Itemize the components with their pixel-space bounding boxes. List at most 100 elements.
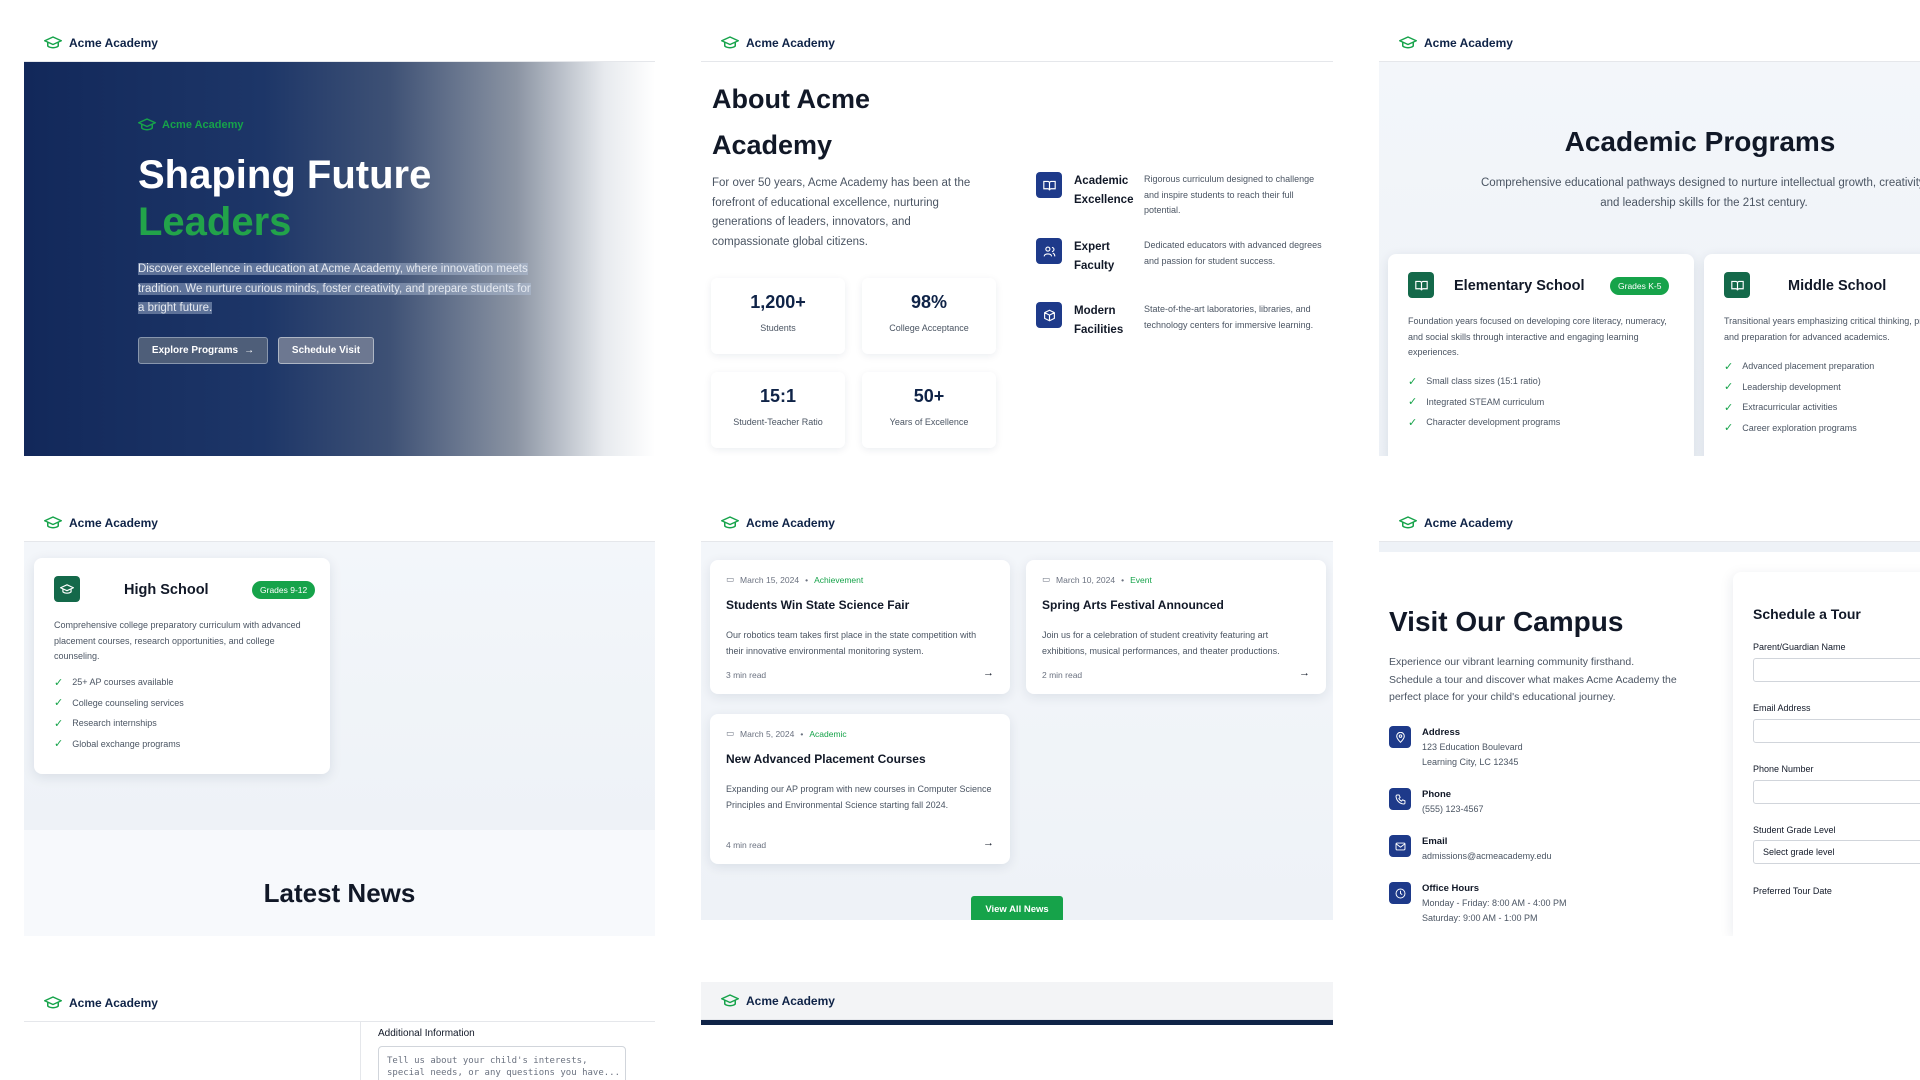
brand-name: Acme Academy bbox=[1424, 515, 1513, 530]
news-card[interactable]: ▭ March 15, 2024 • Achievement Students … bbox=[710, 560, 1010, 694]
arrow-right-icon[interactable]: → bbox=[1299, 667, 1310, 679]
program-features: ✓ Advanced placement preparation ✓ Leaders… bbox=[1724, 356, 1874, 438]
dot-separator: • bbox=[805, 574, 809, 585]
brand-logo[interactable]: Acme Academy bbox=[1399, 36, 1513, 50]
hours-line1: Monday - Friday: 8:00 AM - 4:00 PM bbox=[1422, 898, 1567, 908]
feature-text: Small class sizes (15:1 ratio) bbox=[1426, 376, 1541, 387]
brand-logo[interactable]: Acme Academy bbox=[721, 516, 835, 530]
brand-logo[interactable]: Acme Academy bbox=[44, 36, 158, 50]
news-category: Event bbox=[1130, 574, 1152, 585]
programs-title: Academic Programs bbox=[1564, 126, 1836, 157]
phone-input[interactable] bbox=[1753, 780, 1920, 804]
brand-logo[interactable]: Acme Academy bbox=[721, 36, 835, 50]
schedule-visit-button[interactable]: Schedule Visit bbox=[278, 337, 374, 364]
brand-name: Acme Academy bbox=[69, 515, 158, 530]
grade-level-select[interactable]: Select grade level bbox=[1753, 840, 1920, 864]
check-icon: ✓ bbox=[1408, 416, 1418, 429]
feature-title: Academic Excellence bbox=[1074, 175, 1134, 206]
news-card[interactable]: ▭ March 10, 2024 • Event Spring Arts Fes… bbox=[1026, 560, 1326, 694]
brand-logo[interactable]: Acme Academy bbox=[44, 996, 158, 1010]
brand-name: Acme Academy bbox=[746, 515, 835, 530]
grade-badge: Grades 9-12 bbox=[252, 581, 316, 599]
list-item: ✓ Leadership development bbox=[1724, 377, 1874, 398]
feature-modern-facilities: Modern Facilities State-of-the-art labor… bbox=[1036, 302, 1326, 340]
view-all-news-button[interactable]: View All News bbox=[971, 896, 1063, 920]
stat-label: Student-Teacher Ratio bbox=[733, 417, 823, 427]
screenshot-grid: Acme Academy Acme Academy Shaping Future… bbox=[0, 0, 1920, 1080]
arrow-right-icon[interactable]: → bbox=[983, 667, 994, 679]
navbar: Acme Academy bbox=[24, 984, 655, 1022]
date-field-label: Preferred Tour Date bbox=[1753, 886, 1832, 896]
explore-programs-button[interactable]: Explore Programs → bbox=[138, 337, 268, 364]
news-title: New Advanced Placement Courses bbox=[726, 752, 926, 766]
arrow-right-icon[interactable]: → bbox=[983, 837, 994, 849]
feature-text: Extracurricular activities bbox=[1742, 402, 1838, 413]
latest-news-title: Latest News bbox=[263, 878, 416, 908]
navbar: Acme Academy bbox=[24, 504, 655, 542]
stat-label: Years of Excellence bbox=[889, 417, 969, 427]
brand-name: Acme Academy bbox=[746, 993, 835, 1008]
brand-logo[interactable]: Acme Academy bbox=[721, 994, 835, 1008]
book-icon bbox=[1408, 272, 1434, 298]
news-date: March 10, 2024 bbox=[1056, 574, 1116, 585]
feature-expert-faculty: Expert Faculty Dedicated educators with … bbox=[1036, 238, 1326, 276]
feature-text: Global exchange programs bbox=[72, 738, 181, 749]
about-panel: Acme Academy About Acme Academy For over… bbox=[701, 24, 1333, 456]
program-card-high[interactable]: High School Grades 9-12 Comprehensive co… bbox=[34, 558, 330, 774]
calendar-icon: ▭ bbox=[726, 728, 735, 738]
visit-title: Visit Our Campus bbox=[1389, 606, 1624, 637]
feature-text: College counseling services bbox=[72, 697, 184, 708]
about-title: About Acme Academy bbox=[712, 84, 871, 160]
read-time: 2 min read bbox=[1042, 670, 1083, 680]
brand-logo[interactable]: Acme Academy bbox=[1399, 516, 1513, 530]
list-item: ✓ Career exploration programs bbox=[1724, 418, 1874, 439]
contact-label: Address bbox=[1422, 727, 1461, 738]
navbar: Acme Academy bbox=[701, 982, 1333, 1020]
email-address[interactable]: admissions@acmeacademy.edu bbox=[1422, 849, 1552, 864]
email-input[interactable] bbox=[1753, 719, 1920, 743]
contact-label: Office Hours bbox=[1422, 883, 1480, 894]
feature-text: Career exploration programs bbox=[1742, 422, 1857, 433]
additional-info-textarea[interactable]: Tell us about your child's interests, sp… bbox=[378, 1046, 626, 1080]
hero-description: Discover excellence in education at Acme… bbox=[138, 260, 538, 319]
program-name: Elementary School bbox=[1454, 278, 1585, 294]
news-card[interactable]: ▭ March 5, 2024 • Academic New Advanced … bbox=[710, 714, 1010, 864]
news-category: Achievement bbox=[814, 574, 864, 585]
hero-tag: Acme Academy bbox=[138, 118, 244, 132]
grade-badge: Grades K-5 bbox=[1610, 277, 1670, 295]
feature-desc: Rigorous curriculum designed to challeng… bbox=[1144, 174, 1315, 215]
program-card-elementary[interactable]: Elementary School Grades K-5 Foundation … bbox=[1388, 254, 1694, 456]
name-field-label: Parent/Guardian Name bbox=[1753, 642, 1846, 652]
calendar-icon: ▭ bbox=[1042, 574, 1051, 584]
contact-text: Email admissions@acmeacademy.edu bbox=[1422, 835, 1552, 864]
hero-title-line1: Shaping Future bbox=[138, 153, 432, 197]
address-line2: Learning City, LC 12345 bbox=[1422, 757, 1519, 767]
stat-value: 98% bbox=[910, 292, 948, 312]
dot-separator: • bbox=[1121, 574, 1125, 585]
explore-programs-label: Explore Programs bbox=[151, 345, 239, 356]
hero-section: Acme Academy Shaping Future Leaders Disc… bbox=[24, 62, 655, 456]
program-card-middle[interactable]: Middle School Transitional years emphasi… bbox=[1704, 254, 1920, 456]
phone-number[interactable]: (555) 123-4567 bbox=[1422, 802, 1484, 817]
hours-line2: Saturday: 9:00 AM - 1:00 PM bbox=[1422, 913, 1538, 923]
news-title: Spring Arts Festival Announced bbox=[1042, 598, 1224, 612]
check-icon: ✓ bbox=[54, 738, 64, 751]
news-meta: ▭ March 15, 2024 • Achievement bbox=[726, 574, 863, 585]
section-divider bbox=[1379, 542, 1920, 552]
contact-phone: Phone (555) 123-4567 bbox=[1389, 788, 1484, 817]
brand-logo[interactable]: Acme Academy bbox=[44, 516, 158, 530]
email-field-label: Email Address bbox=[1753, 703, 1811, 713]
guardian-name-input[interactable] bbox=[1753, 658, 1920, 682]
program-desc: Foundation years focused on developing c… bbox=[1408, 316, 1667, 357]
check-icon: ✓ bbox=[54, 697, 64, 710]
stat-card-college-acceptance: 98% College Acceptance bbox=[862, 278, 996, 354]
list-item: ✓ Integrated STEAM curriculum bbox=[1408, 392, 1560, 413]
graduation-cap-icon bbox=[138, 118, 156, 131]
about-text: For over 50 years, Acme Academy has been… bbox=[712, 177, 971, 248]
programs-subtitle: Comprehensive educational pathways desig… bbox=[1481, 177, 1920, 209]
phone-field-label: Phone Number bbox=[1753, 764, 1814, 774]
book-icon bbox=[1724, 272, 1750, 298]
feature-academic-excellence: Academic Excellence Rigorous curriculum … bbox=[1036, 172, 1326, 219]
schedule-visit-label: Schedule Visit bbox=[291, 345, 361, 356]
graduation-cap-icon bbox=[721, 35, 739, 48]
